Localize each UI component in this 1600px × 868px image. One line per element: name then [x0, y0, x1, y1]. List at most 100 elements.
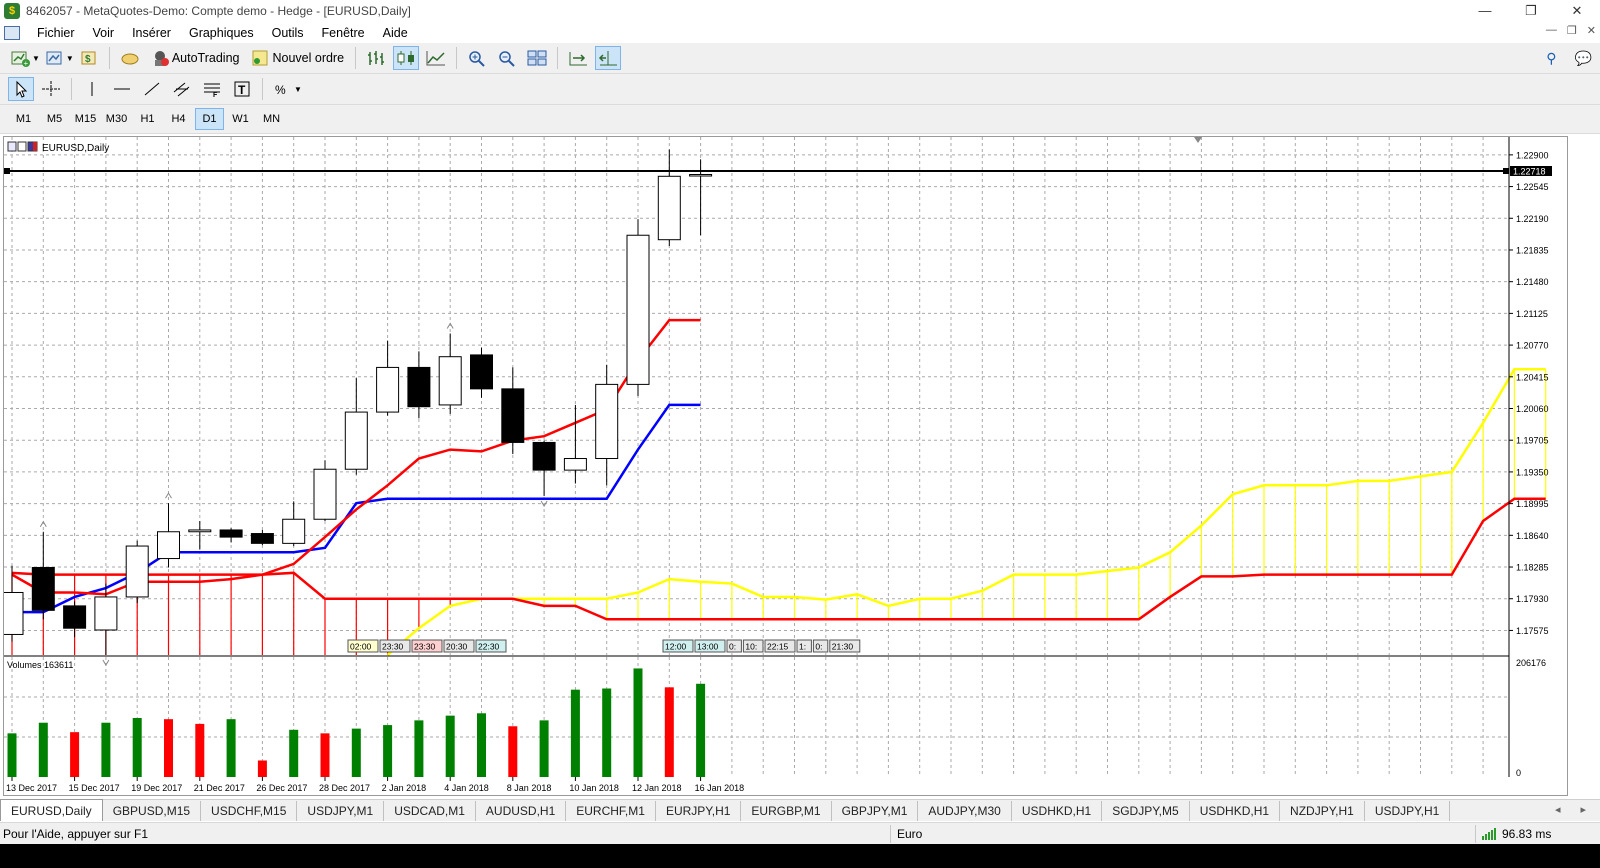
tile-windows-icon[interactable]	[524, 46, 550, 70]
timeframe-w1[interactable]: W1	[226, 108, 255, 130]
symbol-tab[interactable]: USDCAD,M1	[384, 801, 476, 821]
volume-bar	[38, 722, 48, 777]
chart-shift-icon[interactable]	[565, 46, 591, 70]
zoom-out-icon[interactable]	[494, 46, 520, 70]
volume-bar	[414, 720, 424, 777]
autotrading-button[interactable]: AutoTrading	[145, 46, 246, 70]
symbol-tab[interactable]: USDJPY,H1	[1365, 801, 1451, 821]
market-watch-icon[interactable]: $	[76, 46, 102, 70]
svg-text:F: F	[213, 92, 218, 98]
line-chart-icon[interactable]	[423, 46, 449, 70]
symbol-tab[interactable]: AUDJPY,M30	[918, 801, 1012, 821]
price-tick-label: 1.22900	[1516, 150, 1549, 160]
symbol-tab[interactable]: EURCHF,M1	[566, 801, 656, 821]
new-chart-icon[interactable]: +	[8, 46, 34, 70]
menu-inserer[interactable]: Insérer	[123, 26, 180, 40]
symbol-tab[interactable]: GBPUSD,M15	[103, 801, 202, 821]
vertical-line-icon[interactable]	[79, 77, 105, 101]
chart-shift-marker	[1194, 137, 1202, 143]
signal-icon	[1482, 827, 1496, 840]
chat-icon[interactable]: 💬	[1575, 50, 1592, 67]
timeframe-mn[interactable]: MN	[257, 108, 286, 130]
mdi-close-icon[interactable]: ✕	[1587, 24, 1596, 37]
symbol-tab[interactable]: NZDJPY,H1	[1280, 801, 1365, 821]
timeframe-h4[interactable]: H4	[164, 108, 193, 130]
timeframe-m15[interactable]: M15	[71, 108, 100, 130]
candle-body	[94, 596, 118, 631]
crosshair-icon[interactable]	[38, 77, 64, 101]
symbol-tab[interactable]: EURUSD,Daily	[0, 799, 103, 821]
document-icon[interactable]	[4, 25, 20, 40]
trendline-icon[interactable]	[139, 77, 165, 101]
symbol-tab[interactable]: EURGBP,M1	[741, 801, 832, 821]
new-order-icon	[252, 50, 268, 66]
candles	[4, 149, 713, 666]
timeframe-m1[interactable]: M1	[9, 108, 38, 130]
tab-scroll-left-icon[interactable]: ◂	[1555, 803, 1561, 816]
app-icon: $	[4, 3, 20, 19]
timeframe-m5[interactable]: M5	[40, 108, 69, 130]
price-tick-label: 1.18285	[1516, 563, 1549, 573]
price-tick-label: 1.21835	[1516, 245, 1549, 255]
volume-label: Volumes 163611	[7, 660, 73, 670]
price-chart[interactable]: 1.22900 1.22545 1.22190 1.21835 1.21480 1.211…	[4, 137, 1567, 795]
symbol-tab[interactable]: AUDUSD,H1	[476, 801, 567, 821]
date-label: 16 Jan 2018	[695, 783, 745, 793]
chart-window[interactable]: 1.22900 1.22545 1.22190 1.21835 1.21480 1.211…	[3, 136, 1568, 796]
text-icon[interactable]: T	[229, 77, 255, 101]
time-marker-label: 10:	[745, 642, 757, 652]
dropdown-arrow-icon[interactable]: ▼	[66, 54, 74, 63]
volume-bar	[383, 725, 393, 777]
horizontal-line-icon[interactable]	[109, 77, 135, 101]
maximize-button[interactable]: ❐	[1508, 0, 1554, 22]
volume-bar	[351, 728, 361, 777]
minimize-button[interactable]: —	[1462, 0, 1508, 22]
menu-fichier[interactable]: Fichier	[28, 26, 84, 40]
volume-bar	[7, 733, 17, 777]
symbol-tab[interactable]: GBPJPY,M1	[832, 801, 919, 821]
timeframe-m30[interactable]: M30	[102, 108, 131, 130]
fibonacci-icon[interactable]: F	[199, 77, 225, 101]
tab-scroll-right-icon[interactable]: ▸	[1580, 803, 1586, 816]
mdi-restore-icon[interactable]: ❐	[1567, 24, 1577, 37]
autoscroll-icon[interactable]	[595, 46, 622, 70]
symbol-tab[interactable]: USDHKD,H1	[1012, 801, 1103, 821]
price-tick-label: 1.17930	[1516, 594, 1549, 604]
candlesticks-icon[interactable]	[393, 46, 420, 70]
mdi-minimize-icon[interactable]: —	[1546, 24, 1557, 37]
bar-chart-icon[interactable]	[363, 46, 389, 70]
menu-voir[interactable]: Voir	[84, 26, 124, 40]
close-button[interactable]: ✕	[1554, 0, 1600, 22]
timeframe-d1[interactable]: D1	[195, 108, 224, 130]
cursor-icon[interactable]	[8, 77, 34, 101]
symbol-tab[interactable]: EURJPY,H1	[656, 801, 742, 821]
dropdown-arrow-icon[interactable]: ▼	[294, 85, 302, 94]
symbol-tab[interactable]: USDHKD,H1	[1190, 801, 1281, 821]
new-order-button[interactable]: Nouvel ordre	[245, 46, 350, 70]
menu-aide[interactable]: Aide	[374, 26, 417, 40]
menu-fenetre[interactable]: Fenêtre	[313, 26, 374, 40]
connection-status[interactable]: 96.83 ms	[1475, 824, 1551, 843]
time-marker-label: 21:30	[832, 642, 854, 652]
profiles-icon[interactable]	[42, 46, 68, 70]
equidistant-channel-icon[interactable]	[169, 77, 195, 101]
history-center-icon[interactable]	[117, 46, 143, 70]
volume-bar	[257, 760, 267, 777]
volume-bar	[602, 688, 612, 777]
symbol-tab[interactable]: SGDJPY,M5	[1102, 801, 1190, 821]
date-label: 8 Jan 2018	[507, 783, 552, 793]
zoom-in-icon[interactable]	[464, 46, 490, 70]
price-tick-label: 1.20060	[1516, 404, 1549, 414]
candle-body	[438, 356, 462, 406]
dropdown-arrow-icon[interactable]: ▼	[32, 54, 40, 63]
menu-graphiques[interactable]: Graphiques	[180, 26, 263, 40]
shapes-icon[interactable]: %	[270, 77, 296, 101]
symbol-tab[interactable]: USDJPY,M1	[297, 801, 385, 821]
menu-outils[interactable]: Outils	[263, 26, 313, 40]
search-icon[interactable]: ⚲	[1546, 50, 1556, 67]
autotrading-label: AutoTrading	[171, 51, 240, 65]
symbol-tab[interactable]: USDCHF,M15	[201, 801, 298, 821]
timeframe-h1[interactable]: H1	[133, 108, 162, 130]
ichimoku-lines	[11, 318, 1546, 656]
symbol-label: EURUSD,Daily	[42, 143, 109, 154]
